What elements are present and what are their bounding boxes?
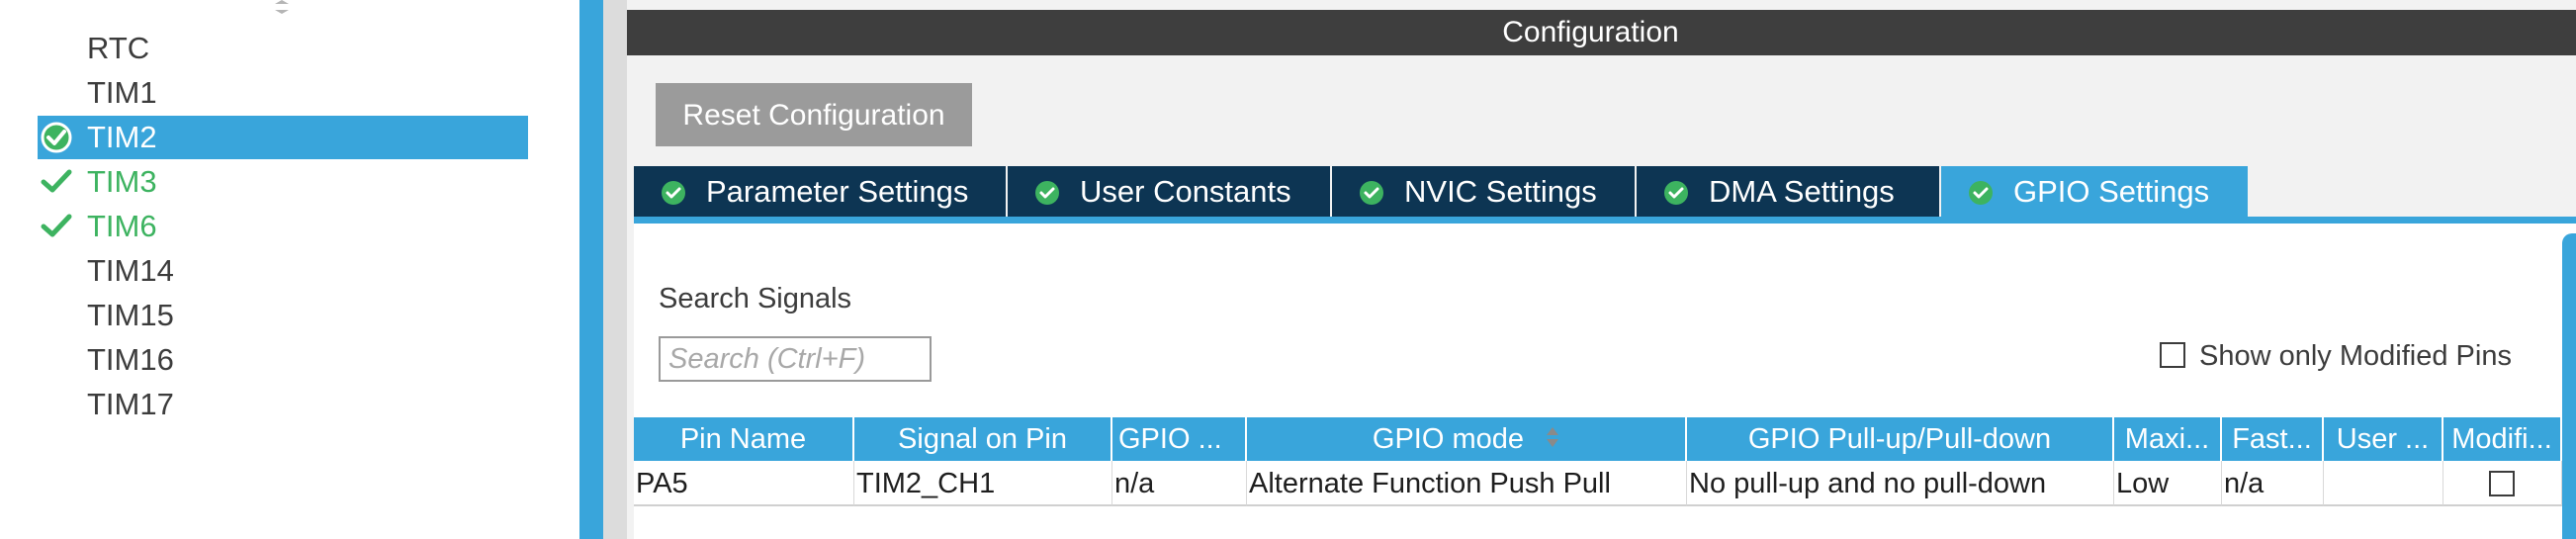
tab-user-constants[interactable]: User Constants: [1008, 166, 1330, 218]
cell-signal-on-pin: TIM2_CH1: [854, 461, 1112, 506]
tree-item-label: TIM17: [87, 387, 174, 421]
tree-item-tim3[interactable]: TIM3: [38, 160, 528, 204]
configuration-title: Configuration: [1502, 16, 1679, 48]
column-header-label: User ...: [2336, 423, 2430, 455]
show-modified-pins-checkbox[interactable]: [2160, 342, 2185, 368]
settings-tab-bar: Parameter Settings User Constants NVIC S…: [634, 166, 2576, 222]
tab-label: Parameter Settings: [706, 174, 969, 209]
tree-item-label: TIM14: [87, 253, 174, 288]
column-header-fast-mode[interactable]: Fast...: [2222, 417, 2324, 461]
column-header-pull-up-pull-down[interactable]: GPIO Pull-up/Pull-down: [1687, 417, 2114, 461]
search-signals-label: Search Signals: [659, 283, 852, 314]
tree-item-label: TIM1: [87, 75, 157, 110]
tab-dma-settings[interactable]: DMA Settings: [1637, 166, 1939, 218]
tree-item-tim16[interactable]: TIM16: [38, 338, 528, 382]
tab-label: DMA Settings: [1709, 174, 1895, 209]
panel-gutter: [603, 0, 627, 539]
check-circle-icon: [1969, 181, 1993, 205]
tab-gpio-settings[interactable]: GPIO Settings: [1941, 166, 2248, 218]
column-header-signal-on-pin[interactable]: Signal on Pin: [854, 417, 1112, 461]
table-row[interactable]: PA5 TIM2_CH1 n/a Alternate Function Push…: [634, 461, 2562, 506]
checkmark-icon: [41, 214, 72, 237]
column-header-label: GPIO mode: [1372, 423, 1525, 455]
column-header-label: Modifi...: [2451, 423, 2552, 455]
check-circle-icon: [1360, 181, 1383, 205]
cell-user-label: [2324, 461, 2443, 506]
scroll-up-icon[interactable]: [269, 0, 295, 18]
cell-max-speed: Low: [2114, 461, 2222, 506]
column-header-label: Pin Name: [679, 423, 807, 455]
tree-item-tim1[interactable]: TIM1: [38, 71, 528, 115]
tree-item-tim17[interactable]: TIM17: [38, 383, 528, 426]
modified-checkbox[interactable]: [2489, 471, 2515, 496]
tree-item-label: RTC: [87, 31, 150, 65]
tree-item-tim2[interactable]: TIM2: [38, 116, 528, 159]
sort-icon[interactable]: [1546, 425, 1559, 449]
vertical-scrollbar[interactable]: [2562, 233, 2576, 539]
tab-parameter-settings[interactable]: Parameter Settings: [634, 166, 1006, 218]
column-header-gpio-mode[interactable]: GPIO mode: [1247, 417, 1687, 461]
column-header-gpio-output-level[interactable]: GPIO ...: [1112, 417, 1247, 461]
tab-nvic-settings[interactable]: NVIC Settings: [1332, 166, 1635, 218]
column-header-label: GPIO Pull-up/Pull-down: [1747, 423, 2052, 455]
configuration-header: Configuration: [627, 10, 2576, 55]
search-signals-input[interactable]: [659, 336, 932, 382]
cell-fast-mode: n/a: [2222, 461, 2324, 506]
tree-item-tim14[interactable]: TIM14: [38, 249, 528, 293]
checkmark-icon: [41, 169, 72, 193]
tree-item-tim15[interactable]: TIM15: [38, 294, 528, 337]
column-header-label: GPIO ...: [1118, 423, 1222, 455]
check-circle-icon: [1664, 181, 1688, 205]
check-circle-icon: [662, 181, 685, 205]
tab-label: NVIC Settings: [1404, 174, 1597, 209]
column-header-label: Signal on Pin: [898, 423, 1067, 455]
cell-modified: [2443, 461, 2562, 506]
cell-pull-up-pull-down: No pull-up and no pull-down: [1687, 461, 2114, 506]
tree-item-rtc[interactable]: RTC: [38, 27, 528, 70]
column-header-label: Fast...: [2232, 423, 2312, 455]
table-header: Pin Name Signal on Pin GPIO ... GPIO mod…: [634, 417, 2562, 461]
tree-item-label: TIM2: [87, 120, 157, 154]
tree-item-label: TIM16: [87, 342, 174, 377]
tab-bar-underline: [634, 217, 2576, 224]
tab-label: GPIO Settings: [2013, 174, 2210, 209]
cell-gpio-output-level: n/a: [1112, 461, 1247, 506]
peripheral-tree: RTC TIM1 TIM2 TIM3 TIM6 TIM14 TIM15 TIM1…: [0, 0, 578, 539]
gpio-settings-content: Search Signals Show only Modified Pins P…: [634, 224, 2576, 539]
cell-pin-name: PA5: [634, 461, 854, 506]
tab-label: User Constants: [1080, 174, 1291, 209]
cell-gpio-mode: Alternate Function Push Pull: [1247, 461, 1687, 506]
tree-item-label: TIM3: [87, 164, 157, 199]
reset-configuration-button[interactable]: Reset Configuration: [656, 83, 972, 146]
tree-item-label: TIM15: [87, 298, 174, 332]
column-header-user-label[interactable]: User ...: [2324, 417, 2443, 461]
show-modified-pins-label: Show only Modified Pins: [2199, 340, 2512, 372]
column-header-max-speed[interactable]: Maxi...: [2114, 417, 2222, 461]
column-header-modified[interactable]: Modifi...: [2443, 417, 2562, 461]
tree-item-label: TIM6: [87, 209, 157, 243]
panel-splitter[interactable]: [579, 0, 603, 539]
check-circle-icon: [41, 122, 72, 153]
configuration-panel: Configuration Reset Configuration Parame…: [627, 0, 2576, 539]
column-header-label: Maxi...: [2124, 423, 2210, 455]
check-circle-icon: [1035, 181, 1059, 205]
column-header-pin-name[interactable]: Pin Name: [634, 417, 854, 461]
tree-item-tim6[interactable]: TIM6: [38, 205, 528, 248]
